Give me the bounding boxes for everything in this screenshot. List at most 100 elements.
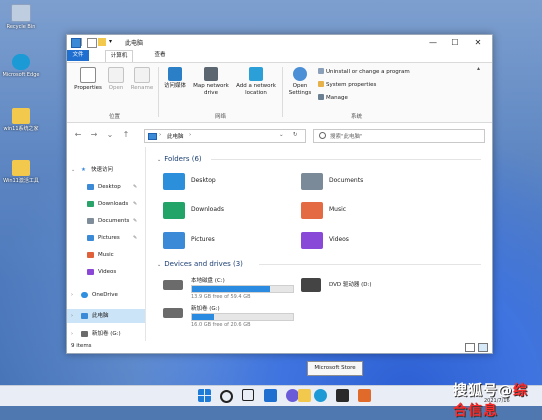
network-drive-icon bbox=[204, 67, 218, 81]
system-properties-button[interactable]: System properties bbox=[318, 81, 376, 89]
pin-icon[interactable]: ✎ bbox=[133, 214, 137, 228]
tab-file[interactable]: 文件 bbox=[67, 50, 89, 61]
address-field[interactable]: › 此电脑 › ⌄ ↻ bbox=[144, 129, 306, 143]
status-bar: 9 items bbox=[67, 341, 492, 353]
drives-section-header[interactable]: ⌄ Devices and drives (3) bbox=[157, 260, 243, 268]
media-icon bbox=[168, 67, 182, 81]
access-media-button[interactable]: 访问媒体 bbox=[161, 67, 189, 90]
desktop-icon-folder[interactable]: Win11激活工具 bbox=[0, 160, 42, 184]
folder-tile-music[interactable]: Music bbox=[301, 200, 421, 222]
breadcrumb-this-pc[interactable]: 此电脑 bbox=[167, 132, 184, 140]
store-icon[interactable] bbox=[336, 389, 349, 402]
up-button[interactable]: ↑ bbox=[121, 129, 131, 141]
nav-item-downloads[interactable]: Downloads ✎ bbox=[67, 197, 145, 211]
nav-item-label: Videos bbox=[98, 269, 117, 275]
large-icons-view-icon[interactable] bbox=[478, 343, 488, 352]
pin-icon[interactable]: ✎ bbox=[133, 197, 137, 211]
folders-section-header[interactable]: ⌄ Folders (6) bbox=[157, 155, 202, 163]
map-network-drive-label: Map network drive bbox=[193, 83, 229, 96]
tab-computer[interactable]: 计算机 bbox=[105, 50, 133, 62]
maximize-button[interactable]: ☐ bbox=[444, 37, 466, 48]
drive-tile-c[interactable]: 本地磁盘 (C:) 13.9 GB free of 59.4 GB bbox=[163, 276, 303, 304]
nav-item-desktop[interactable]: Desktop ✎ bbox=[67, 180, 145, 194]
desktop-icon-label: Recycle Bin bbox=[6, 24, 36, 30]
desktop-icon-edge[interactable]: Microsoft Edge bbox=[0, 54, 42, 78]
title-bar[interactable]: ▾ 此电脑 — ☐ ✕ bbox=[67, 35, 492, 50]
drive-usage-bar bbox=[191, 285, 294, 293]
nav-item-videos[interactable]: Videos bbox=[67, 265, 145, 279]
start-icon[interactable] bbox=[198, 389, 211, 402]
rename-icon bbox=[134, 67, 150, 83]
nav-item-onedrive[interactable]: › OneDrive bbox=[67, 288, 145, 302]
recent-locations-button[interactable]: ⌄ bbox=[105, 129, 115, 141]
folder-tile-desktop[interactable]: Desktop bbox=[163, 171, 283, 193]
pin-icon[interactable]: ✎ bbox=[133, 180, 137, 194]
windows-drive-icon bbox=[163, 280, 183, 290]
chevron-right-icon[interactable]: › bbox=[71, 327, 73, 341]
properties-qat-icon[interactable] bbox=[87, 38, 97, 48]
documents-icon bbox=[87, 218, 94, 224]
forward-button[interactable]: → bbox=[89, 129, 99, 141]
search-input[interactable]: 搜索"此电脑" bbox=[313, 129, 485, 143]
file-explorer-icon[interactable] bbox=[298, 389, 311, 402]
this-pc-icon bbox=[81, 313, 88, 319]
back-button[interactable]: ← bbox=[73, 129, 83, 141]
documents-folder-icon bbox=[301, 173, 323, 190]
details-view-icon[interactable] bbox=[465, 343, 475, 352]
folder-tile-pictures[interactable]: Pictures bbox=[163, 230, 283, 252]
properties-button[interactable]: Properties bbox=[71, 67, 105, 92]
open-settings-button[interactable]: Open Settings bbox=[285, 67, 315, 97]
pane-divider[interactable] bbox=[145, 147, 146, 341]
settings-icon[interactable] bbox=[358, 389, 371, 402]
open-button[interactable]: Open bbox=[105, 67, 127, 92]
manage-button[interactable]: Manage bbox=[318, 94, 348, 102]
folder-label: Downloads bbox=[191, 206, 224, 213]
nav-item-documents[interactable]: Documents ✎ bbox=[67, 214, 145, 228]
desktop-icon-label: win11系统之家 bbox=[3, 126, 39, 132]
minimize-button[interactable]: — bbox=[422, 37, 444, 48]
folder-tile-videos[interactable]: Videos bbox=[301, 230, 421, 252]
desktop-icon-folder[interactable]: win11系统之家 bbox=[0, 108, 42, 132]
widgets-icon[interactable] bbox=[264, 389, 277, 402]
map-network-drive-button[interactable]: Map network drive bbox=[191, 67, 231, 97]
chevron-right-icon[interactable]: › bbox=[71, 309, 73, 323]
uninstall-program-button[interactable]: Uninstall or change a program bbox=[318, 68, 410, 76]
desktop-icon bbox=[87, 184, 94, 190]
nav-item-this-pc[interactable]: › 此电脑 bbox=[67, 309, 145, 323]
desktop-icon-recycle-bin[interactable]: Recycle Bin bbox=[0, 4, 42, 30]
music-folder-icon bbox=[301, 202, 323, 219]
uninstall-label: Uninstall or change a program bbox=[326, 69, 410, 75]
edge-icon[interactable] bbox=[314, 389, 327, 402]
collapse-ribbon-icon[interactable]: ▴ bbox=[477, 65, 480, 72]
address-dropdown-button[interactable]: ⌄ bbox=[279, 132, 284, 138]
chevron-right-icon[interactable]: › bbox=[71, 288, 73, 302]
close-button[interactable]: ✕ bbox=[467, 37, 489, 48]
add-network-location-button[interactable]: Add a network location bbox=[233, 67, 279, 97]
nav-item-new-volume[interactable]: › 新加卷 (G:) bbox=[67, 327, 145, 341]
tab-view[interactable]: 查看 bbox=[149, 50, 171, 61]
nav-item-music[interactable]: Music bbox=[67, 248, 145, 262]
breadcrumb-chevron[interactable]: › bbox=[189, 132, 191, 138]
pin-icon[interactable]: ✎ bbox=[133, 231, 137, 245]
chevron-down-icon[interactable]: ▾ bbox=[109, 38, 117, 46]
search-icon[interactable] bbox=[220, 390, 233, 403]
folder-tile-documents[interactable]: Documents bbox=[301, 171, 421, 193]
drive-tile-dvd[interactable]: DVD 驱动器 (D:) bbox=[301, 276, 441, 304]
task-view-icon[interactable] bbox=[242, 389, 254, 401]
dvd-drive-icon bbox=[301, 278, 321, 292]
content-pane: ⌄ Folders (6) Desktop Documents Downloads… bbox=[151, 147, 486, 341]
folder-icon bbox=[12, 108, 30, 124]
navigation-pane: ⌄ ★ 快速访问 Desktop ✎ Downloads ✎ Documents… bbox=[67, 147, 145, 341]
drive-icon bbox=[163, 308, 183, 318]
chevron-down-icon[interactable]: ⌄ bbox=[71, 163, 75, 177]
new-folder-qat-icon[interactable] bbox=[98, 38, 106, 46]
refresh-button[interactable]: ↻ bbox=[293, 132, 298, 138]
drive-tile-g[interactable]: 新加卷 (G:) 16.0 GB free of 20.6 GB bbox=[163, 304, 303, 332]
rename-button[interactable]: Rename bbox=[128, 67, 156, 92]
breadcrumb-chevron[interactable]: › bbox=[159, 132, 161, 138]
nav-item-quick-access[interactable]: ⌄ ★ 快速访问 bbox=[67, 163, 145, 177]
downloads-folder-icon bbox=[163, 202, 185, 219]
nav-item-pictures[interactable]: Pictures ✎ bbox=[67, 231, 145, 245]
open-icon bbox=[108, 67, 124, 83]
folder-tile-downloads[interactable]: Downloads bbox=[163, 200, 283, 222]
